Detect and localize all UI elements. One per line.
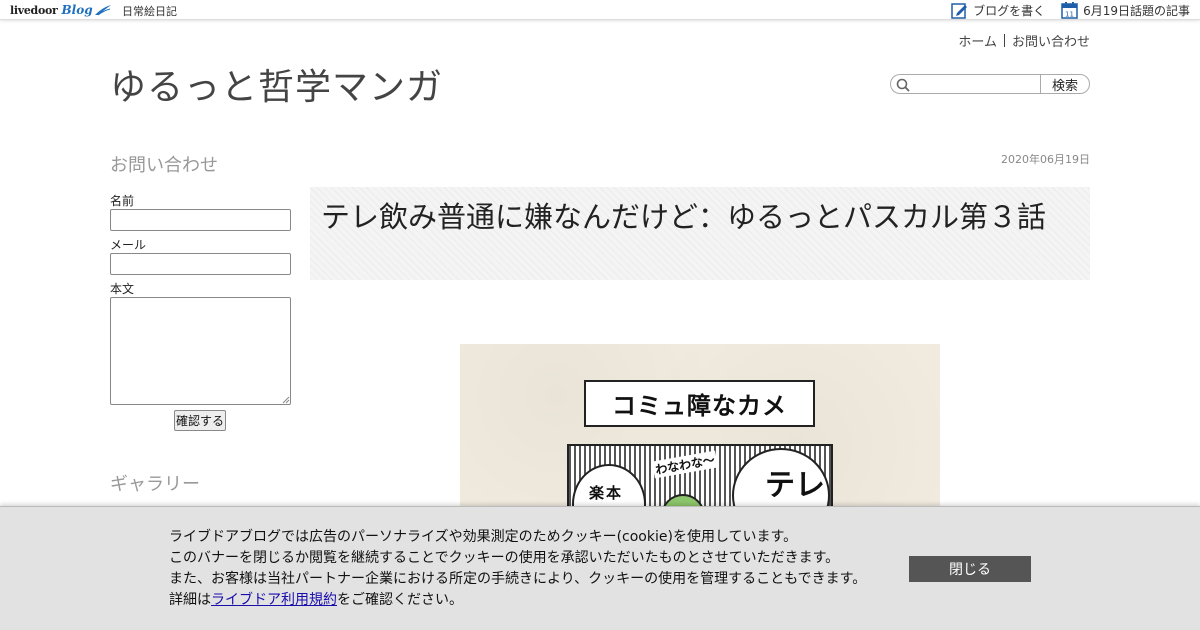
- post-date: 2020年06月19日: [1001, 153, 1090, 166]
- email-label: メール: [110, 238, 147, 252]
- speech-bubble-right-text: テレ: [765, 468, 825, 503]
- topic-articles-link[interactable]: 11 6月19日話題の記事: [1061, 1, 1190, 19]
- category-label[interactable]: 日常絵日記: [122, 3, 177, 19]
- nav-contact[interactable]: お問い合わせ: [1012, 31, 1090, 50]
- wing-icon: [94, 5, 111, 16]
- cookie-close-button[interactable]: 閉じる: [909, 556, 1031, 582]
- email-field[interactable]: [110, 253, 291, 275]
- body-label: 本文: [110, 282, 135, 296]
- topbar-links: ブログを書く 11 6月19日話題の記事: [951, 1, 1190, 19]
- speech-bubble-left-text: 楽本: [589, 484, 624, 502]
- header-nav: ホーム お問い合わせ: [958, 31, 1090, 50]
- top-bar: livedoor Blog 日常絵日記 ブログを書く 11 6月19日話題の記事: [0, 0, 1200, 20]
- cookie-line-3: また、お客様は当社パートナー企業における所定の手続きにより、クッキーの使用を管理…: [169, 571, 867, 587]
- write-blog-label: ブログを書く: [973, 3, 1046, 18]
- post-title[interactable]: テレ飲み普通に嫌なんだけど：ゆるっとパスカル第３話: [321, 199, 1061, 236]
- contact-heading: お問い合わせ: [110, 155, 218, 176]
- comic-image[interactable]: コミュ障なカメ 楽本 わなわな〜 テレ: [460, 344, 940, 514]
- post-title-box: テレ飲み普通に嫌なんだけど：ゆるっとパスカル第３話: [310, 187, 1090, 280]
- calendar-day: 11: [1065, 10, 1074, 18]
- sound-effect-text: わなわな〜: [652, 450, 719, 479]
- topic-articles-label: 6月19日話題の記事: [1083, 3, 1190, 18]
- magnifier-icon: [896, 78, 910, 92]
- calendar-icon: 11: [1061, 1, 1078, 19]
- cookie-banner: ライブドアブログでは広告のパーソナライズや効果測定のためクッキー(cookie)…: [0, 506, 1200, 630]
- cookie-detail-prefix: 詳細は: [169, 592, 211, 608]
- cookie-detail-suffix: をご確認ください。: [337, 592, 463, 608]
- search-button[interactable]: 検索: [1040, 74, 1090, 94]
- name-label: 名前: [110, 194, 135, 208]
- cookie-line-1: ライブドアブログでは広告のパーソナライズや効果測定のためクッキー(cookie)…: [169, 529, 798, 545]
- confirm-button[interactable]: 確認する: [174, 410, 226, 431]
- resize-grip-icon[interactable]: [282, 396, 290, 404]
- pencil-note-icon: [951, 2, 968, 19]
- comic-caption: コミュ障なカメ: [584, 380, 815, 427]
- search-input[interactable]: [913, 76, 1037, 92]
- search-form: 検索: [890, 74, 1090, 94]
- blog-title[interactable]: ゆるっと哲学マンガ: [110, 58, 443, 110]
- cookie-line-4: 詳細はライブドア利用規約をご確認ください。: [169, 590, 889, 611]
- logo-livedoor-text: livedoor: [10, 3, 58, 17]
- body-textarea[interactable]: [110, 297, 291, 405]
- terms-link[interactable]: ライブドア利用規約: [211, 592, 337, 608]
- name-field[interactable]: [110, 209, 291, 231]
- cookie-line-2: このバナーを閉じるか閲覧を継続することでクッキーの使用を承認いただいたものとさせ…: [169, 550, 840, 566]
- nav-divider: [1003, 34, 1005, 47]
- comic-panel: 楽本 わなわな〜 テレ: [567, 444, 833, 514]
- search-box: [890, 74, 1040, 94]
- gallery-heading: ギャラリー: [110, 474, 200, 495]
- write-blog-link[interactable]: ブログを書く: [951, 2, 1045, 19]
- livedoor-blog-logo[interactable]: livedoor Blog: [10, 2, 112, 18]
- logo-blog-text: Blog: [61, 3, 93, 17]
- nav-home[interactable]: ホーム: [958, 31, 997, 50]
- cookie-notice: ライブドアブログでは広告のパーソナライズや効果測定のためクッキー(cookie)…: [169, 527, 889, 611]
